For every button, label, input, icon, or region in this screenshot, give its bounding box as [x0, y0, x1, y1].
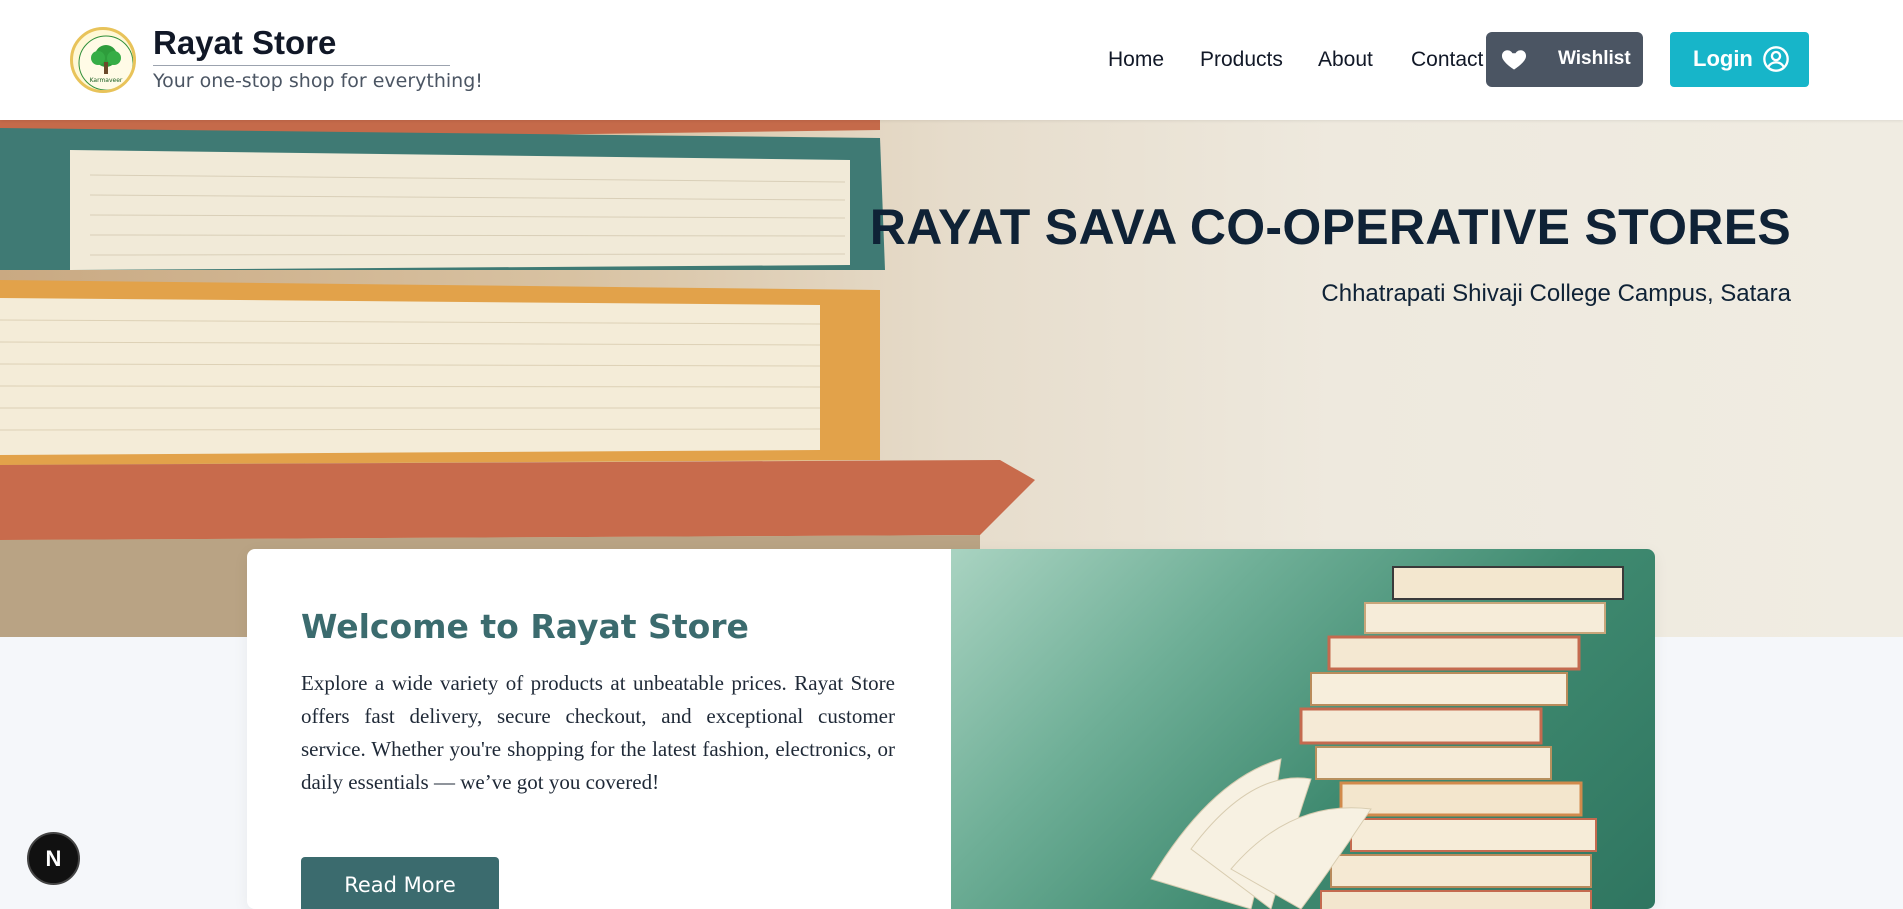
hero-subtitle: Chhatrapati Shivaji College Campus, Sata… — [1321, 280, 1791, 307]
read-more-button[interactable]: Read More — [301, 857, 499, 909]
login-label: Login — [1693, 46, 1753, 71]
login-button[interactable]: Login — [1670, 32, 1809, 87]
next-dev-badge[interactable]: N — [27, 832, 80, 885]
wishlist-button[interactable]: Wishlist — [1486, 32, 1643, 87]
welcome-title: Welcome to Rayat Store — [301, 607, 749, 646]
welcome-text-panel: Welcome to Rayat Store Explore a wide va… — [247, 549, 951, 909]
brand-divider — [153, 65, 450, 66]
books-image-panel — [951, 549, 1655, 909]
welcome-card: Welcome to Rayat Store Explore a wide va… — [247, 549, 1655, 909]
wishlist-label: Wishlist — [1558, 48, 1631, 69]
navbar: Karmaveer Rayat Store Your one-stop shop… — [0, 0, 1903, 120]
nav-products-link[interactable]: Products — [1200, 48, 1283, 72]
nav-about-link[interactable]: About — [1318, 48, 1373, 72]
heart-icon — [1501, 50, 1527, 70]
user-circle-icon — [1763, 46, 1789, 72]
welcome-description: Explore a wide variety of products at un… — [301, 671, 895, 794]
tree-logo-icon: Karmaveer — [78, 35, 133, 90]
brand-title[interactable]: Rayat Store — [153, 24, 336, 62]
logo-text: Karmaveer — [90, 77, 123, 84]
nav-contact-link[interactable]: Contact — [1411, 48, 1483, 72]
brand-tagline: Your one-stop shop for everything! — [153, 70, 483, 92]
hero-title: RAYAT SAVA CO-OPERATIVE STORES — [869, 199, 1791, 255]
store-logo[interactable]: Karmaveer — [70, 27, 136, 93]
nav-home-link[interactable]: Home — [1108, 48, 1164, 72]
books-pile-image — [1150, 566, 1624, 909]
